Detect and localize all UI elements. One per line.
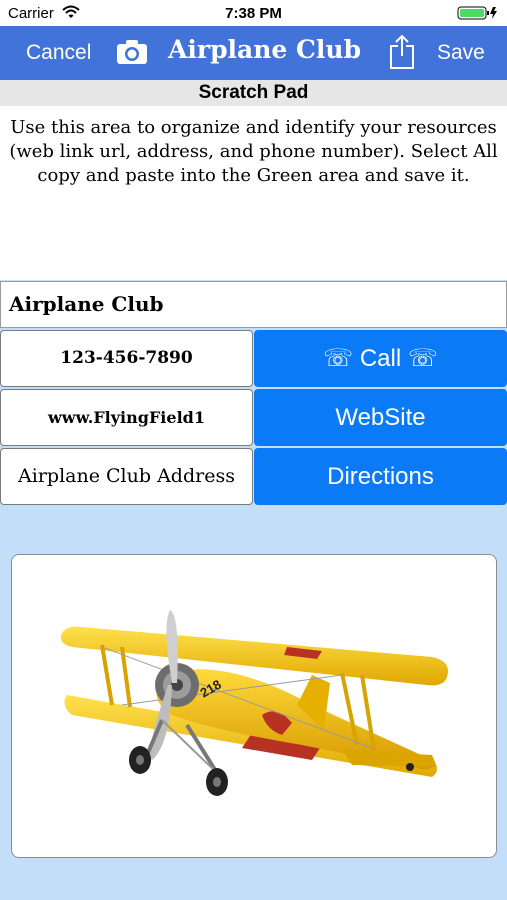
website-field[interactable]: www.FlyingField1	[0, 389, 253, 446]
save-button[interactable]: Save	[437, 41, 485, 65]
camera-icon[interactable]	[116, 39, 148, 70]
airplane-image-panel: 218	[11, 554, 497, 858]
website-button[interactable]: WebSite	[254, 389, 507, 446]
scratch-pad-text-area[interactable]: Use this area to organize and identify y…	[0, 106, 507, 280]
cancel-button[interactable]: Cancel	[26, 41, 91, 65]
status-bar: Carrier 7:38 PM	[0, 0, 507, 26]
battery-icon	[457, 6, 499, 24]
address-field[interactable]: Airplane Club Address	[0, 448, 253, 505]
biplane-image: 218	[60, 610, 448, 796]
club-name-field[interactable]: Airplane Club	[0, 281, 507, 328]
page-title: Airplane Club	[168, 35, 362, 64]
clock: 7:38 PM	[225, 5, 282, 22]
directions-button[interactable]: Directions	[254, 448, 507, 505]
scratch-pad-header: Scratch Pad	[0, 80, 507, 106]
call-button[interactable]: ☏ Call ☏	[254, 330, 507, 387]
phone-field[interactable]: 123-456-7890	[0, 330, 253, 387]
share-icon[interactable]	[389, 34, 415, 75]
navigation-bar: Cancel Airplane Club Save	[0, 26, 507, 80]
